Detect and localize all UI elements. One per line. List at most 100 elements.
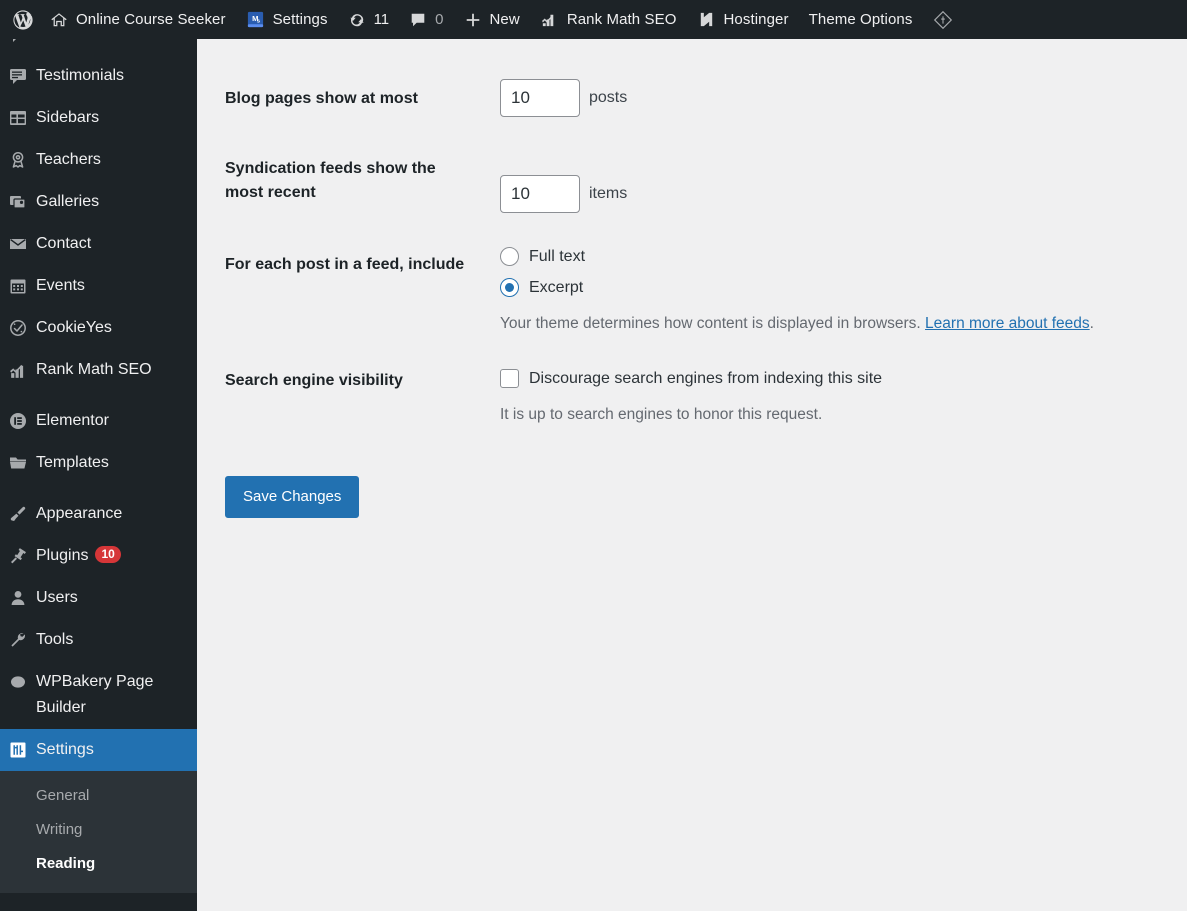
sidebar-item-rank-math-seo[interactable]: Rank Math SEO: [0, 349, 197, 391]
sidebar-label-plugins: Plugins 10: [36, 543, 133, 569]
admin-bar-updates[interactable]: 11: [338, 0, 400, 39]
sidebar-label-comments: Comments: [36, 39, 125, 47]
sidebar-item-templates[interactable]: Templates: [0, 442, 197, 484]
reading-settings-form: Blog pages show at most posts Syndicatio…: [197, 39, 1187, 518]
sidebar-label-templates: Templates: [36, 454, 109, 471]
admin-bar-site-name[interactable]: Online Course Seeker: [40, 0, 236, 39]
gallery-icon: [0, 189, 36, 212]
admin-bar-comments-count: 0: [435, 11, 444, 28]
sidebar-item-teachers[interactable]: Teachers: [0, 139, 197, 181]
row-blog-pages: Blog pages show at most posts: [225, 79, 1187, 117]
feed-include-description: Your theme determines how content is dis…: [500, 313, 1187, 335]
plugins-update-badge: 10: [95, 546, 121, 563]
submenu-item-writing[interactable]: Writing: [0, 813, 197, 847]
sidebar-label-appearance: Appearance: [36, 505, 123, 522]
sidebar-label-contact: Contact: [36, 235, 92, 252]
radio-excerpt[interactable]: [500, 278, 519, 297]
sidebar-item-tools[interactable]: Tools: [0, 619, 197, 661]
settings-gear-icon: [0, 737, 36, 760]
award-icon: [0, 147, 36, 170]
label-blog-pages: Blog pages show at most: [225, 90, 418, 107]
admin-bar-theme-options[interactable]: Theme Options: [799, 0, 923, 39]
checkbox-option-discourage[interactable]: Discourage search engines from indexing …: [500, 369, 1187, 388]
diamond-icon: [932, 9, 954, 31]
submenu-item-reading[interactable]: Reading: [0, 847, 197, 881]
admin-bar-hostinger[interactable]: Hostinger: [687, 0, 799, 39]
admin-bar-updates-count: 11: [373, 11, 390, 28]
cookie-icon: [0, 315, 36, 338]
elementor-icon: [0, 408, 36, 431]
main-content: Blog pages show at most posts Syndicatio…: [197, 39, 1187, 911]
sidebar-item-users[interactable]: Users: [0, 577, 197, 619]
sidebar-item-testimonials[interactable]: Testimonials: [0, 55, 197, 97]
sidebar-item-wpbakery[interactable]: WPBakery Page Builder: [0, 661, 197, 729]
ms-settings-icon: M s: [246, 10, 265, 29]
update-icon: [348, 11, 366, 29]
sidebar-separator-2: [0, 484, 197, 493]
search-visibility-description: It is up to search engines to honor this…: [500, 406, 823, 423]
sidebar-item-galleries[interactable]: Galleries: [0, 181, 197, 223]
sidebar-label-cookieyes: CookieYes: [36, 319, 112, 336]
feed-description-text: Your theme determines how content is dis…: [500, 315, 926, 332]
plug-icon: [0, 543, 36, 566]
discourage-indexing-checkbox[interactable]: [500, 369, 519, 388]
sidebar-item-cookieyes[interactable]: CookieYes: [0, 307, 197, 349]
sidebar-item-elementor[interactable]: Elementor: [0, 400, 197, 442]
row-syndication: Syndication feeds show the most recent i…: [225, 149, 1187, 213]
blog-pages-input[interactable]: [500, 79, 580, 117]
label-syndication: Syndication feeds show the most recent: [225, 160, 436, 201]
sidebar-label-wpbakery: WPBakery Page Builder: [36, 673, 154, 716]
discourage-indexing-label: Discourage search engines from indexing …: [529, 369, 883, 387]
sidebar-label-settings: Settings: [36, 741, 94, 758]
sidebar-label-elementor: Elementor: [36, 412, 109, 429]
sidebar-label-plugins-text: Plugins: [36, 547, 89, 564]
sidebar-item-sidebars[interactable]: Sidebars: [0, 97, 197, 139]
envelope-icon: [0, 231, 36, 254]
admin-bar-theme-options-label: Theme Options: [808, 11, 913, 28]
save-changes-button[interactable]: Save Changes: [225, 476, 360, 518]
field-feed-include: Full text Excerpt Your theme determines …: [500, 247, 1187, 335]
home-icon: [50, 11, 68, 29]
comment-icon: [0, 39, 36, 44]
sidebar-item-appearance[interactable]: Appearance: [0, 493, 197, 535]
sidebar-item-settings[interactable]: Settings: [0, 729, 197, 771]
form-spacer: [225, 426, 1187, 476]
admin-bar-wp-logo[interactable]: [0, 0, 40, 39]
admin-bar-rank-math[interactable]: Rank Math SEO: [530, 0, 687, 39]
sidebar-label-sidebars: Sidebars: [36, 109, 100, 126]
sidebars-icon: [0, 105, 36, 128]
sidebar-submenu-settings: General Writing Reading: [0, 771, 197, 893]
submenu-item-general[interactable]: General: [0, 779, 197, 813]
radio-label-full-text: Full text: [529, 247, 586, 265]
admin-bar-diamond[interactable]: [922, 0, 964, 39]
admin-bar-new-label: New: [489, 11, 520, 28]
admin-bar-rank-math-label: Rank Math SEO: [566, 11, 677, 28]
admin-bar-settings[interactable]: M s Settings: [236, 0, 338, 39]
sidebar-label-rank-math-seo: Rank Math SEO: [36, 361, 152, 378]
sidebar-item-plugins[interactable]: Plugins 10: [0, 535, 197, 577]
syndication-input[interactable]: [500, 175, 580, 213]
calendar-icon: [0, 273, 36, 296]
sidebar-item-contact[interactable]: Contact: [0, 223, 197, 265]
blog-pages-unit: posts: [589, 89, 628, 106]
radio-label-excerpt: Excerpt: [529, 278, 584, 296]
sidebar-item-comments[interactable]: Comments: [0, 39, 197, 55]
syndication-unit: items: [589, 185, 628, 202]
sidebar-label-events: Events: [36, 277, 85, 294]
radio-full-text[interactable]: [500, 247, 519, 266]
sidebar-item-events[interactable]: Events: [0, 265, 197, 307]
admin-bar-site-name-label: Online Course Seeker: [76, 11, 226, 28]
wpbakery-icon: [0, 669, 36, 692]
learn-more-about-feeds-link[interactable]: Learn more about feeds: [925, 315, 1090, 332]
plus-icon: [464, 11, 482, 29]
sidebar-label-users: Users: [36, 589, 78, 606]
admin-bar-new-content[interactable]: New: [454, 0, 530, 39]
sidebar-label-tools: Tools: [36, 631, 74, 648]
admin-bar-comments[interactable]: 0: [399, 0, 453, 39]
comment-bubble-icon: [409, 11, 427, 29]
field-search-visibility: Discourage search engines from indexing …: [500, 359, 1187, 426]
radio-option-full-text[interactable]: Full text: [500, 247, 1187, 266]
row-feed-include: For each post in a feed, include Full te…: [225, 247, 1187, 335]
label-search-visibility: Search engine visibility: [225, 372, 403, 389]
radio-option-excerpt[interactable]: Excerpt: [500, 278, 1187, 297]
